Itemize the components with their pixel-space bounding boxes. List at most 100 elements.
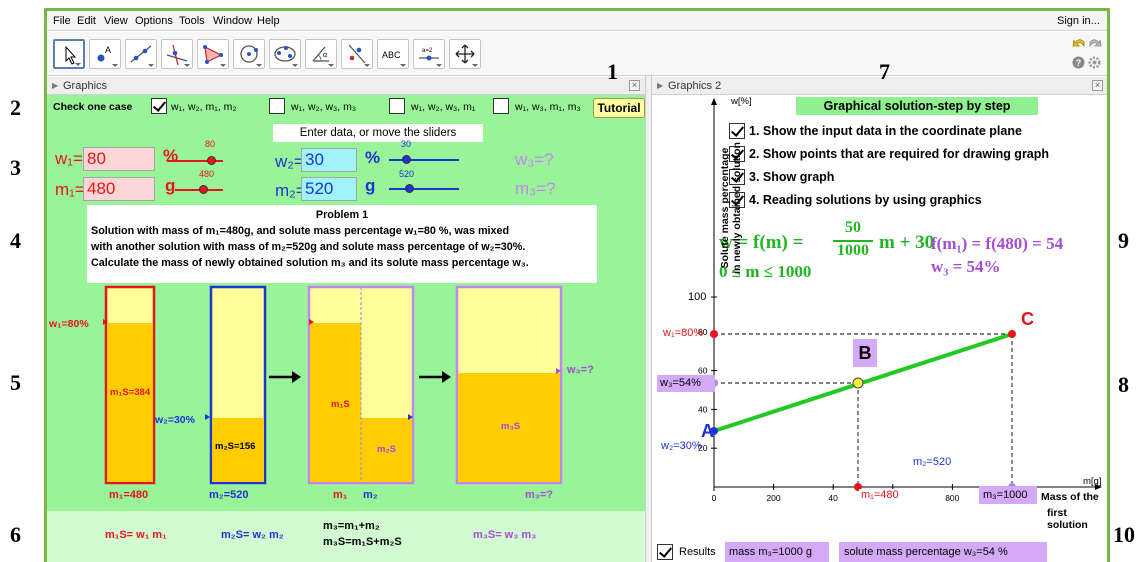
m2-input[interactable]: 520 <box>301 177 357 201</box>
menu-help[interactable]: Help <box>257 15 280 27</box>
perpendicular-tool-button[interactable] <box>161 39 193 69</box>
w2-slider-value: 30 <box>401 139 412 149</box>
line-icon <box>130 45 152 63</box>
annotation-7: 7 <box>879 59 890 84</box>
redo-icon[interactable] <box>1088 36 1102 50</box>
w2-slider[interactable] <box>389 159 459 161</box>
slider-tool-button[interactable]: a=2 <box>413 39 445 69</box>
ellipse-tool-button[interactable] <box>269 39 301 69</box>
panel-collapse-icon[interactable]: ▶ <box>657 81 663 90</box>
svg-text:?: ? <box>1076 58 1082 68</box>
text-icon: ABC <box>382 50 401 60</box>
menu-window[interactable]: Window <box>213 15 252 27</box>
circle-icon <box>240 45 258 63</box>
w3-unknown: w₃=? <box>515 150 554 169</box>
m2-slider-handle[interactable] <box>405 184 414 193</box>
m1-input[interactable]: 480 <box>83 177 155 201</box>
case-4-label: w₁, w₃, m₁, m₃ <box>515 101 581 113</box>
panel-collapse-icon[interactable]: ▶ <box>52 81 58 90</box>
beaker2-m2s-label: m₂S=156 <box>215 441 256 452</box>
w1-slider-value: 80 <box>205 139 216 149</box>
w1-unit: % <box>163 146 179 165</box>
case-2-checkbox[interactable] <box>269 98 285 114</box>
case-1-checkbox[interactable] <box>151 98 167 114</box>
undo-icon[interactable] <box>1072 36 1086 50</box>
point-b[interactable] <box>852 377 864 389</box>
menu-edit[interactable]: Edit <box>77 15 96 27</box>
move-view-tool-button[interactable] <box>449 39 481 69</box>
x-axis-unit: m[g] <box>1083 476 1102 487</box>
gear-icon[interactable] <box>1088 56 1101 69</box>
sign-in-link[interactable]: Sign in... <box>1057 15 1100 27</box>
m2-slider[interactable] <box>389 188 459 190</box>
results-label: Results <box>679 546 716 558</box>
tutorial-button[interactable]: Tutorial <box>593 98 645 118</box>
arrow-right-icon <box>292 371 301 383</box>
text-tool-button[interactable]: ABC <box>377 39 409 69</box>
toolbar: A α ABC a=2 ? <box>47 32 1107 76</box>
point-w1[interactable] <box>710 330 718 338</box>
line-tool-button[interactable] <box>125 39 157 69</box>
annotation-1: 1 <box>607 59 618 84</box>
w1-input[interactable]: 80 <box>83 147 155 171</box>
angle-icon: α <box>312 46 329 62</box>
reflect-tool-button[interactable] <box>341 39 373 69</box>
m1-slider-handle[interactable] <box>199 185 208 194</box>
y-tick-label: 100 <box>688 291 706 303</box>
beaker1-m1-label: m₁=480 <box>109 489 149 501</box>
svg-text:a=2: a=2 <box>422 48 433 54</box>
w2-label: w₂= <box>275 152 304 171</box>
w1-label: w₁= <box>55 149 83 168</box>
circle-tool-button[interactable] <box>233 39 265 69</box>
move-arrows-icon <box>455 44 475 64</box>
m3-unknown: m₃=? <box>515 179 556 198</box>
m1-slider-value: 480 <box>199 169 215 179</box>
graph-w1-label: w₁=80% <box>663 327 704 339</box>
w1-slider-handle[interactable] <box>207 156 216 165</box>
x-tick-label: 800 <box>945 493 959 503</box>
beaker2-m2-label: m₂=520 <box>209 489 249 501</box>
annotation-3: 3 <box>10 155 21 180</box>
x-axis-title-1: Mass of the <box>1041 491 1099 503</box>
case-2-label: w₁, w₂, w₃, m₃ <box>291 101 357 113</box>
close-icon[interactable]: × <box>1092 80 1103 91</box>
menu-options[interactable]: Options <box>135 15 173 27</box>
beaker1-w1-label: w₁=80% <box>49 318 89 330</box>
graph-m3-label: m₃=1000 <box>979 486 1037 504</box>
polygon-tool-button[interactable] <box>197 39 229 69</box>
menu-view[interactable]: View <box>104 15 128 27</box>
angle-tool-button[interactable]: α <box>305 39 337 69</box>
help-icon[interactable]: ? <box>1072 56 1085 69</box>
problem-line-2: with another solution with mass of m₂=52… <box>91 241 526 253</box>
beaker4-w3-label: w₃=? <box>567 364 594 376</box>
panel-splitter[interactable] <box>645 76 652 562</box>
annotation-10: 10 <box>1113 522 1135 547</box>
beaker4-m3s-label: m₃S <box>501 421 521 432</box>
enter-data-hint: Enter data, or move the sliders <box>273 124 483 142</box>
move-tool-button[interactable] <box>53 39 85 69</box>
screenshot-root: 2 3 4 5 6 9 8 10 File Edit View Options … <box>0 0 1148 562</box>
graph-w2-label: w₂=30% <box>661 440 702 452</box>
slider-icon: a=2 <box>419 48 439 61</box>
close-icon[interactable]: × <box>629 80 640 91</box>
point-c[interactable] <box>1008 330 1016 338</box>
beaker1-m1s-label: m₁S=384 <box>110 387 151 398</box>
results-checkbox[interactable] <box>657 544 673 560</box>
x-tick-label: 0 <box>712 493 717 503</box>
menu-tools[interactable]: Tools <box>179 15 205 27</box>
mix-m2s-label: m₂S <box>377 444 397 455</box>
menu-bar: File Edit View Options Tools Window Help… <box>47 11 1107 31</box>
w2-input[interactable]: 30 <box>301 148 357 172</box>
arrow-right-icon <box>442 371 451 383</box>
graphics-panel-titlebar: ▶ Graphics × <box>47 77 645 95</box>
case-1-label: w₁, w₂, m₁, m₂ <box>171 101 237 113</box>
marker-arrow-icon <box>205 414 210 420</box>
case-4-checkbox[interactable] <box>493 98 509 114</box>
graph-m1-label: m₁=480 <box>859 489 901 501</box>
menu-file[interactable]: File <box>53 15 71 27</box>
graph-w3-label: w₃=54% <box>657 375 715 392</box>
case-3-label: w₁, w₂, w₃, m₁ <box>411 101 476 113</box>
w2-slider-handle[interactable] <box>402 155 411 164</box>
case-3-checkbox[interactable] <box>389 98 405 114</box>
point-tool-button[interactable]: A <box>89 39 121 69</box>
